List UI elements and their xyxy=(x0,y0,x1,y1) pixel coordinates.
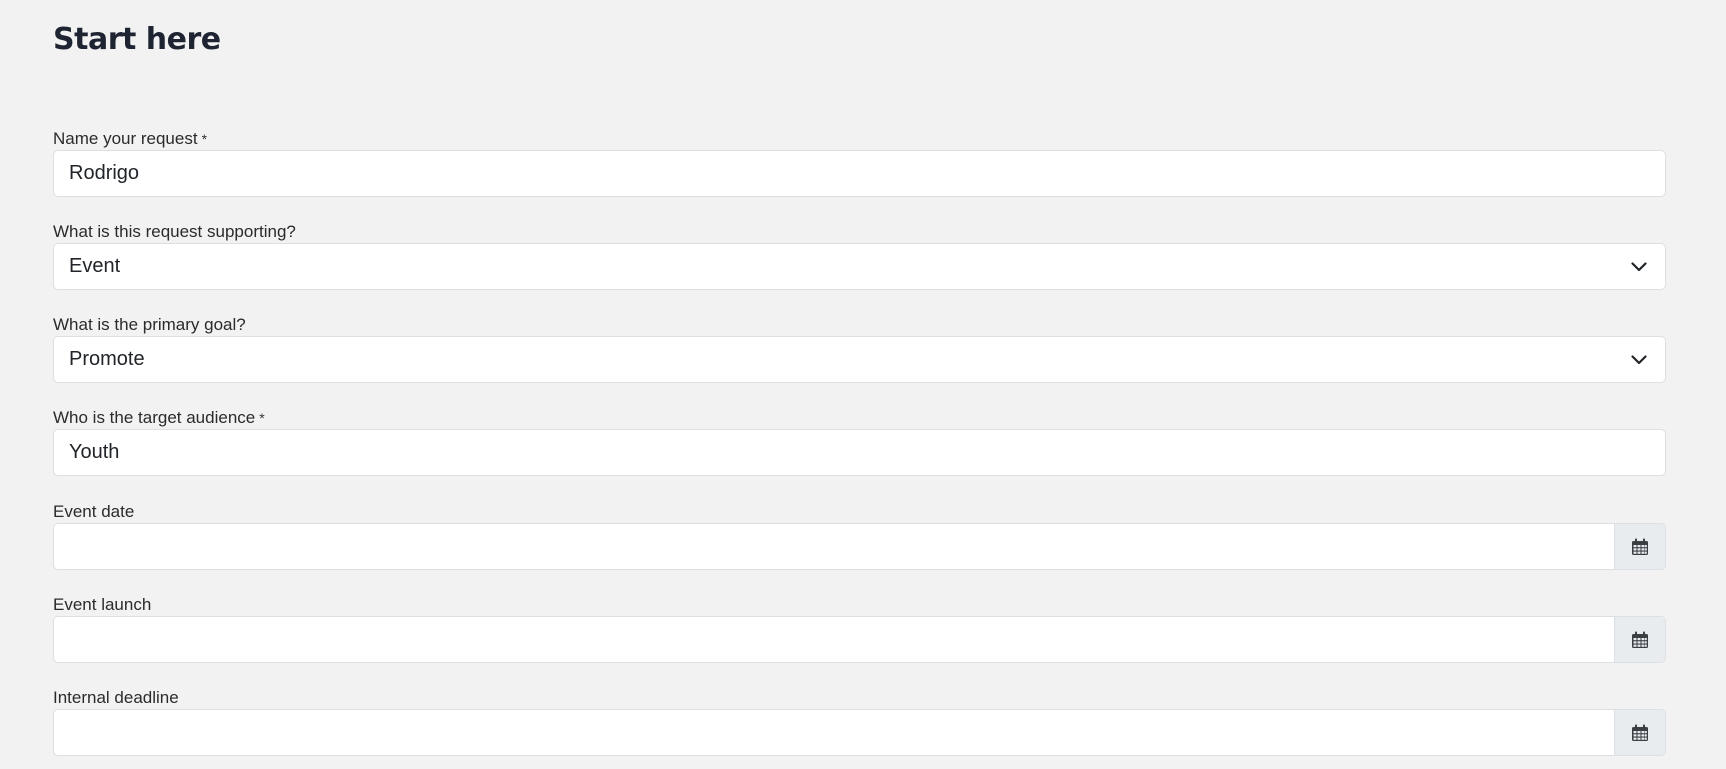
request-name-label-text: Name your request xyxy=(53,129,198,148)
required-mark: * xyxy=(259,410,265,426)
event-launch-picker xyxy=(53,616,1666,663)
target-audience-value: Youth xyxy=(69,441,120,463)
event-launch-field: Event launch xyxy=(53,594,1666,663)
internal-deadline-input[interactable] xyxy=(54,710,1614,755)
request-name-field: Name your request * Rodrigo xyxy=(53,128,1666,197)
request-name-label: Name your request * xyxy=(53,128,1666,150)
event-launch-input[interactable] xyxy=(54,617,1614,662)
required-mark: * xyxy=(201,131,208,147)
internal-deadline-field: Internal deadline xyxy=(53,687,1666,756)
primary-goal-select[interactable]: Promote xyxy=(53,336,1666,383)
target-audience-input[interactable]: Youth xyxy=(53,429,1666,476)
supporting-label: What is this request supporting? xyxy=(53,222,296,241)
chevron-down-icon[interactable] xyxy=(1619,337,1659,382)
event-launch-calendar-button[interactable] xyxy=(1614,617,1665,662)
target-audience-label-text: Who is the target audience xyxy=(53,408,256,427)
event-date-field: Event date xyxy=(53,501,1666,570)
primary-goal-label: What is the primary goal? xyxy=(53,315,246,334)
event-date-input[interactable] xyxy=(54,524,1614,569)
event-date-calendar-button[interactable] xyxy=(1614,524,1665,569)
internal-deadline-picker xyxy=(53,709,1666,756)
calendar-icon xyxy=(1632,724,1648,741)
request-name-input[interactable]: Rodrigo xyxy=(53,150,1666,197)
calendar-icon xyxy=(1632,631,1648,648)
primary-goal-selected-value: Promote xyxy=(69,348,145,370)
primary-goal-field: What is the primary goal? Promote xyxy=(53,314,1666,383)
page-title: Start here xyxy=(53,22,221,57)
internal-deadline-label: Internal deadline xyxy=(53,688,179,707)
supporting-field: What is this request supporting? Event xyxy=(53,221,1666,290)
chevron-down-icon[interactable] xyxy=(1619,244,1659,289)
form-page: Start here Name your request * Rodrigo Wh… xyxy=(0,0,1726,769)
target-audience-label: Who is the target audience * xyxy=(53,407,1666,429)
event-date-picker xyxy=(53,523,1666,570)
internal-deadline-calendar-button[interactable] xyxy=(1614,710,1665,755)
supporting-select[interactable]: Event xyxy=(53,243,1666,290)
request-name-value: Rodrigo xyxy=(69,162,140,184)
event-launch-label: Event launch xyxy=(53,595,152,614)
calendar-icon xyxy=(1632,538,1648,555)
supporting-selected-value: Event xyxy=(69,255,121,277)
target-audience-field: Who is the target audience * Youth xyxy=(53,407,1666,476)
event-date-label: Event date xyxy=(53,502,135,521)
